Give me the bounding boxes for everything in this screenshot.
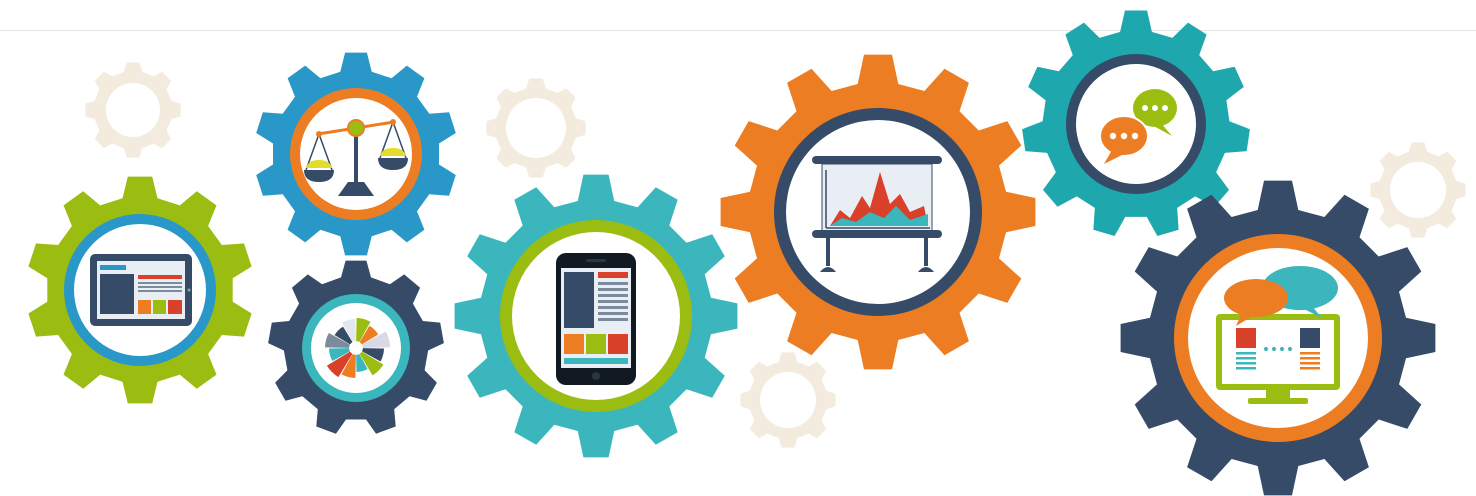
monitor-chat-icon bbox=[1216, 266, 1340, 404]
gears-illustration bbox=[0, 0, 1476, 496]
beige-small-gear-4 bbox=[1370, 142, 1466, 238]
beige-small-gear-2 bbox=[486, 78, 586, 178]
beige-small-gear-3 bbox=[740, 352, 836, 448]
beige-small-gear-1 bbox=[85, 62, 181, 158]
tablet-icon bbox=[90, 254, 192, 326]
smartphone-icon bbox=[556, 253, 636, 385]
